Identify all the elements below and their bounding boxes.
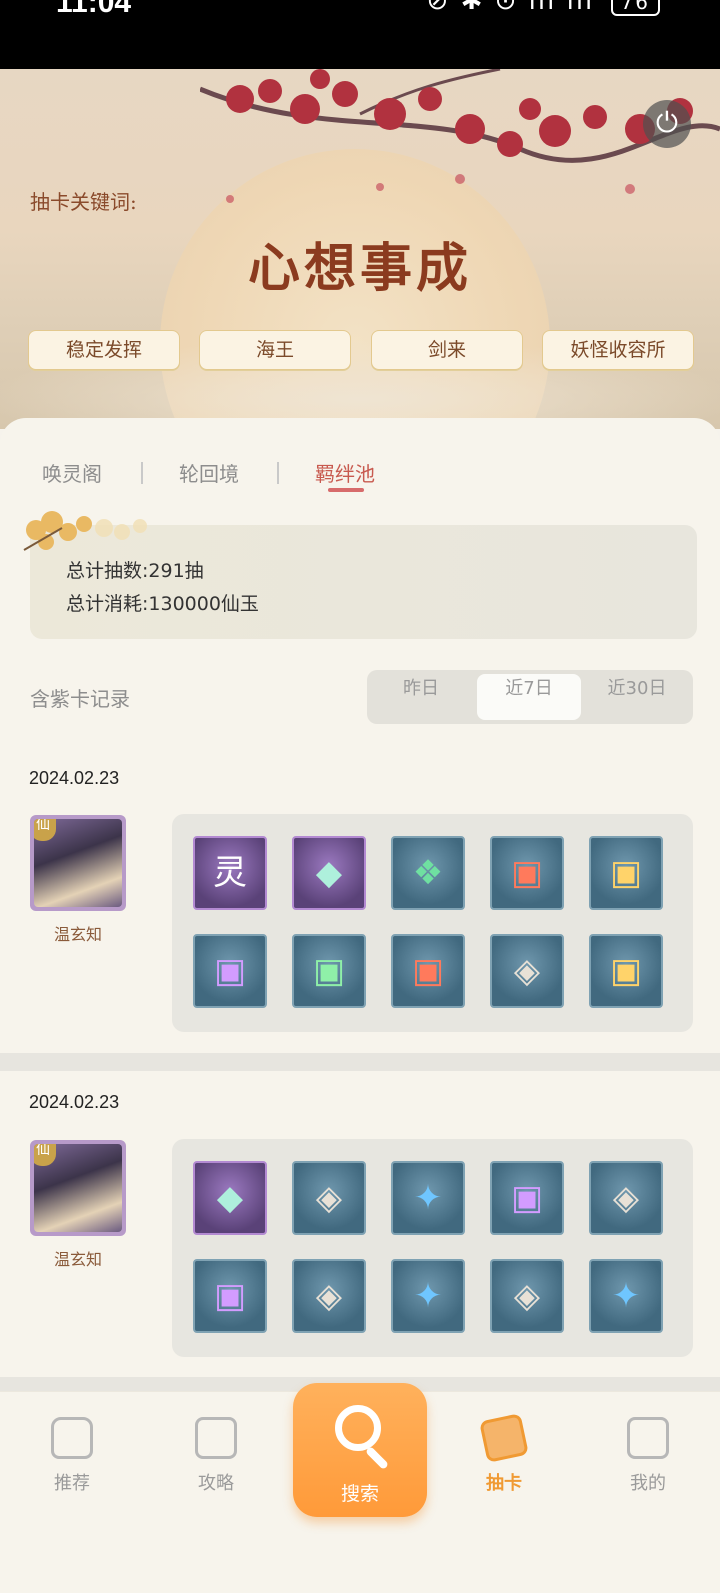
status-icons: ⊘ ✱ ⊙ ıll ıll 76 [427,0,660,16]
draw-item[interactable]: ▣ [589,836,663,910]
nav-draw[interactable]: 抽卡 [454,1413,554,1495]
nav-label: 搜索 [340,1483,379,1505]
red-chest-icon: ▣ [510,853,544,893]
purple-chest-icon: ▣ [213,1276,247,1316]
nav-guide[interactable]: 攻略 [166,1417,266,1495]
section-divider [0,1053,720,1071]
total-cost: 总计消耗:130000仙玉 [66,593,259,615]
draw-item[interactable]: ▣ [193,934,267,1008]
nav-label: 攻略 [198,1473,234,1494]
draw-item[interactable]: ▣ [589,934,663,1008]
range-30d[interactable]: 近30日 [585,674,689,720]
range-selector: 昨日 近7日 近30日 [367,670,693,724]
plum-branch-decoration [200,69,720,203]
ore-stone-icon: ◈ [513,1276,541,1316]
ore-stone-icon: ◈ [315,1178,343,1218]
keyword-tag[interactable]: 剑来 [371,330,523,370]
draw-item[interactable]: 灵 [193,836,267,910]
hero-image: 仙 [34,1144,122,1232]
entry-date: 2024.02.23 [29,768,120,788]
tab-separator [277,462,279,484]
draw-item[interactable]: ◈ [490,934,564,1008]
range-7d[interactable]: 近7日 [477,674,581,720]
draw-item[interactable]: ◈ [589,1161,663,1235]
jade-cloth-icon: ◆ [216,1178,244,1218]
hero-portrait[interactable]: 仙 [30,815,126,911]
nav-mine[interactable]: 我的 [598,1417,698,1495]
gold-chest-icon: ▣ [609,951,643,991]
ore-stone-icon: ◈ [612,1178,640,1218]
nav-recommend[interactable]: 推荐 [22,1417,122,1495]
xian-badge-icon: 仙 [34,819,56,841]
hero-portrait[interactable]: 仙 [30,1140,126,1236]
draw-item[interactable]: ◈ [292,1161,366,1235]
draw-item[interactable]: ◆ [193,1161,267,1235]
hero-image: 仙 [34,819,122,907]
ore-stone-icon: ◈ [513,951,541,991]
range-yesterday[interactable]: 昨日 [369,674,473,720]
guide-book-icon [195,1417,237,1459]
green-scroll-icon: ❖ [412,853,444,893]
entry-date: 2024.02.23 [29,1092,120,1112]
draw-item[interactable]: ✦ [391,1161,465,1235]
keyword-label: 抽卡关键词: [30,190,137,214]
nav-label: 推荐 [54,1473,90,1494]
hero-name: 温玄知 [53,925,102,944]
cards-icon [479,1413,529,1463]
draw-item[interactable]: ▣ [391,934,465,1008]
keyword-tags: 稳定发挥 海王 剑来 妖怪收容所 [28,330,694,370]
green-chest-icon: ▣ [312,951,346,991]
keyword-tag[interactable]: 海王 [199,330,351,370]
status-signal-icons: ⊘ ✱ ⊙ ıll ıll [426,0,595,16]
tab-jibanchi[interactable]: 羁绊池 [315,458,375,487]
status-time: 11:04 [56,0,132,19]
active-tab-indicator [328,488,364,492]
battery-icon: 76 [610,0,660,16]
draw-item[interactable]: ▣ [292,934,366,1008]
red-chest-icon: ▣ [411,951,445,991]
keyword-title: 心想事成 [247,238,472,299]
gold-chest-icon: ▣ [609,853,643,893]
purple-chest-icon: ▣ [510,1178,544,1218]
pool-tabs: 唤灵阁 轮回境 羁绊池 [0,458,720,498]
search-icon [335,1405,381,1451]
jade-cloth-icon: ◆ [315,853,343,893]
draw-item[interactable]: ◆ [292,836,366,910]
draw-item[interactable]: ❖ [391,836,465,910]
draw-item[interactable]: ◈ [292,1259,366,1333]
keyword-tag[interactable]: 稳定发挥 [28,330,180,370]
search-button[interactable]: 搜索 [293,1383,427,1517]
status-bar: 11:04 ⊘ ✱ ⊙ ıll ıll 76 [0,0,720,69]
nav-label: 抽卡 [486,1473,522,1494]
draw-item[interactable]: ▣ [490,1161,564,1235]
draw-items-grid: ◆ ◈ ✦ ▣ ◈ ▣ ◈ ✦ ◈ ✦ [172,1139,693,1357]
tab-huanlingge[interactable]: 唤灵阁 [42,458,102,487]
xian-badge-icon: 仙 [34,1144,56,1166]
blue-flame-icon: ✦ [413,1276,443,1316]
draw-item[interactable]: ✦ [391,1259,465,1333]
home-heart-icon [51,1417,93,1459]
ginkgo-leaf-decoration [23,511,147,551]
draw-item[interactable]: ▣ [193,1259,267,1333]
tab-lunhuijing[interactable]: 轮回境 [179,458,239,487]
blue-flame-icon: ✦ [611,1276,641,1316]
keyword-tag[interactable]: 妖怪收容所 [542,330,694,370]
hero-name: 温玄知 [53,1250,102,1269]
profile-icon [627,1417,669,1459]
blue-flame-icon: ✦ [413,1178,443,1218]
draw-item[interactable]: ✦ [589,1259,663,1333]
purple-chest-icon: ▣ [213,951,247,991]
search-icon-handle [364,1445,390,1471]
total-draws: 总计抽数:291抽 [66,560,204,582]
character-card-icon: 灵 [213,853,247,893]
draw-items-grid: 灵 ◆ ❖ ▣ ▣ ▣ ▣ ▣ ◈ ▣ [172,814,693,1032]
tab-separator [141,462,143,484]
power-button[interactable]: ⏻ [643,100,691,148]
ore-stone-icon: ◈ [315,1276,343,1316]
draw-item[interactable]: ▣ [490,836,564,910]
nav-label: 我的 [630,1473,666,1494]
draw-item[interactable]: ◈ [490,1259,564,1333]
purple-record-label: 含紫卡记录 [30,687,130,711]
